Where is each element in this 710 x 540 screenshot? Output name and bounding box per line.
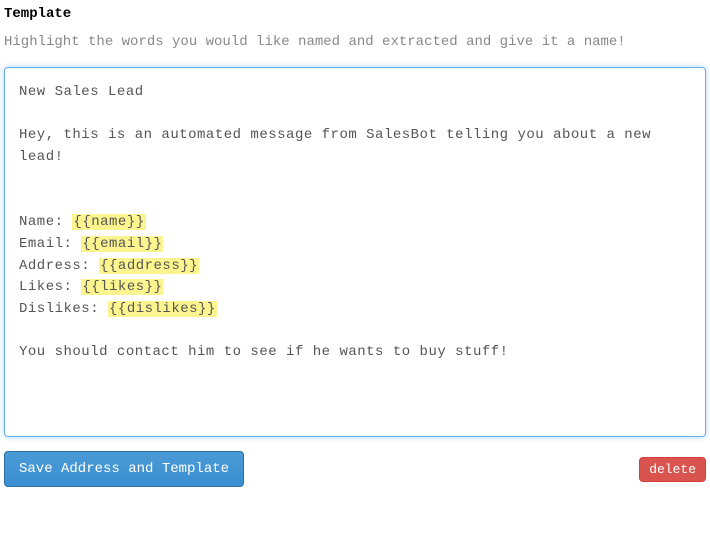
template-greeting-line2: lead! bbox=[19, 149, 64, 165]
helper-text: Highlight the words you would like named… bbox=[4, 32, 706, 53]
name-label: Name: bbox=[19, 214, 72, 230]
button-row: Save Address and Template delete bbox=[4, 451, 706, 487]
template-editor[interactable]: New Sales Lead Hey, this is an automated… bbox=[4, 67, 706, 437]
likes-token[interactable]: {{likes}} bbox=[81, 279, 163, 295]
template-greeting-line1: Hey, this is an automated message from S… bbox=[19, 127, 651, 143]
likes-label: Likes: bbox=[19, 279, 81, 295]
save-button[interactable]: Save Address and Template bbox=[4, 451, 244, 487]
address-token[interactable]: {{address}} bbox=[99, 258, 199, 274]
template-subject: New Sales Lead bbox=[19, 84, 144, 100]
delete-button[interactable]: delete bbox=[639, 457, 706, 482]
name-token[interactable]: {{name}} bbox=[72, 214, 145, 230]
dislikes-label: Dislikes: bbox=[19, 301, 108, 317]
email-label: Email: bbox=[19, 236, 81, 252]
template-closing: You should contact him to see if he want… bbox=[19, 344, 509, 360]
address-label: Address: bbox=[19, 258, 99, 274]
email-token[interactable]: {{email}} bbox=[81, 236, 163, 252]
section-heading: Template bbox=[4, 6, 706, 22]
dislikes-token[interactable]: {{dislikes}} bbox=[108, 301, 217, 317]
